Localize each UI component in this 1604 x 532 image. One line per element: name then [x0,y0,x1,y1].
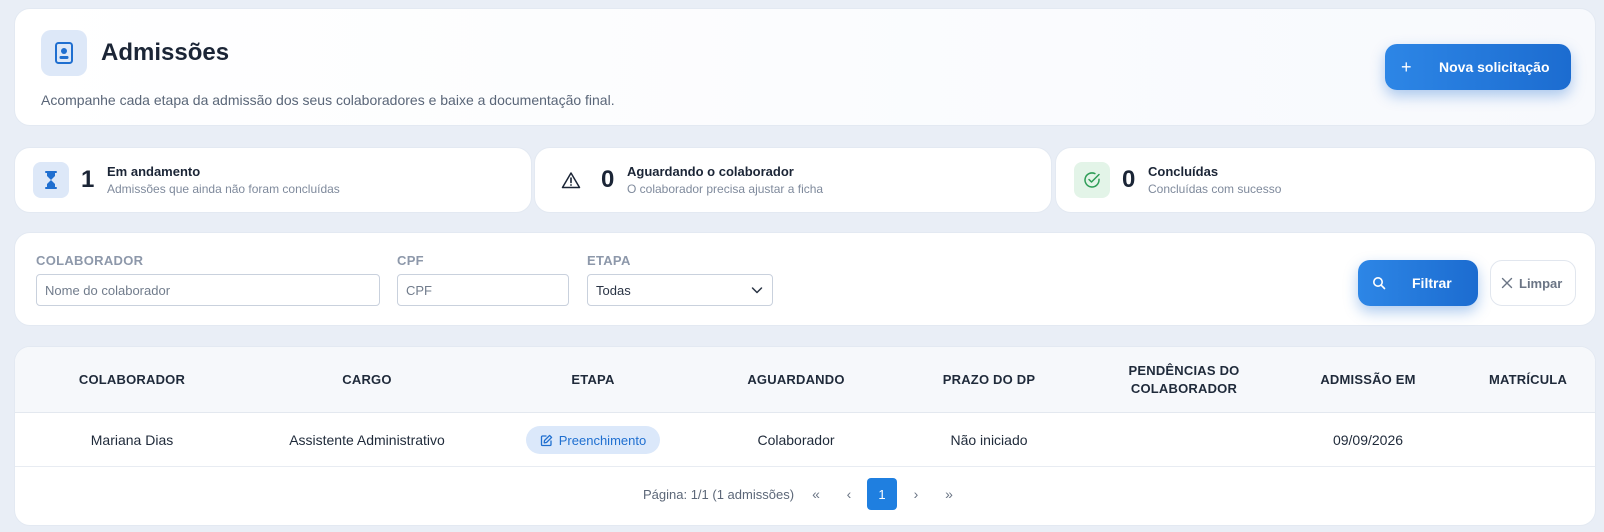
admissions-table: COLABORADOR CARGO ETAPA AGUARDANDO PRAZO… [14,346,1596,526]
pagination-info: Página: 1/1 (1 admissões) [643,487,795,502]
cell-role: Assistente Administrativo [289,432,445,448]
filter-button-label: Filtrar [1412,275,1452,291]
hourglass-icon [33,162,69,198]
column-header-deadline: PRAZO DO DP [942,372,1036,387]
stat-card-in-progress: 1 Em andamento Admissões que ainda não f… [14,147,532,213]
close-icon [1501,277,1513,289]
first-page-button[interactable]: « [801,478,831,510]
table-row[interactable]: Mariana Dias Assistente Administrativo P… [15,413,1595,467]
cell-pending [1111,413,1257,467]
clear-button[interactable]: Limpar [1490,260,1576,306]
new-request-button[interactable]: + Nova solicitação [1385,44,1571,90]
stat-card-awaiting: 0 Aguardando o colaborador O colaborador… [534,147,1052,213]
stat-description: Admissões que ainda não foram concluídas [107,182,340,196]
page-subtitle: Acompanhe cada etapa da admissão dos seu… [41,92,615,108]
search-icon [1372,276,1386,290]
column-header-waiting: AGUARDANDO [747,372,845,387]
plus-icon: + [1401,57,1412,77]
column-header-pending: PENDÊNCIAS DO COLABORADOR [1128,363,1240,396]
table-header: COLABORADOR CARGO ETAPA AGUARDANDO PRAZO… [15,347,1595,413]
warning-icon [553,162,589,198]
column-header-stage: ETAPA [571,372,615,387]
stat-title: Aguardando o colaborador [627,164,794,179]
column-header-collaborator: COLABORADOR [78,372,186,387]
chevron-down-icon [751,284,763,299]
stage-select[interactable]: Todas [587,274,773,306]
clear-button-label: Limpar [1519,275,1563,291]
stat-description: O colaborador precisa ajustar a ficha [627,182,824,196]
check-circle-icon [1074,162,1110,198]
stage-filter-label: ETAPA [587,253,631,268]
stage-badge[interactable]: Preenchimento [525,426,661,454]
cell-collaborator: Mariana Dias [90,432,174,448]
cpf-input[interactable] [397,274,569,306]
page-1-button[interactable]: 1 [867,478,897,510]
badge-id-icon [41,30,87,76]
column-header-registration: MATRÍCULA [1488,372,1568,387]
last-page-button[interactable]: » [934,478,964,510]
cell-waiting: Colaborador [757,432,835,448]
filter-button[interactable]: Filtrar [1358,260,1478,306]
stat-title: Concluídas [1148,164,1219,179]
cpf-filter-label: CPF [397,253,424,268]
stage-badge-label: Preenchimento [558,432,647,448]
cell-admission-date: 09/09/2026 [1332,432,1404,448]
stat-description: Concluídas com sucesso [1148,182,1282,196]
collaborator-search-input[interactable] [36,274,380,306]
pagination: Página: 1/1 (1 admissões) « ‹ 1 › » [15,478,1595,510]
cell-registration [1459,413,1595,467]
page-title: Admissões [101,39,230,66]
stat-count: 0 [1122,166,1136,193]
cell-stage: Preenchimento [485,413,701,467]
filters-panel: COLABORADOR CPF ETAPA Todas Filtrar Limp… [14,232,1596,326]
page-header: Admissões Acompanhe cada etapa da admiss… [14,8,1596,126]
column-header-role: CARGO [342,372,392,387]
edit-icon [540,434,559,447]
column-header-admission-date: ADMISSÃO EM [1320,372,1416,387]
stat-count: 0 [601,166,615,193]
stat-title: Em andamento [107,164,201,179]
previous-page-button[interactable]: ‹ [834,478,864,510]
new-request-label: Nova solicitação [1439,59,1550,75]
next-page-button[interactable]: › [901,478,931,510]
stat-count: 1 [81,166,95,193]
cell-deadline: Não iniciado [950,432,1028,448]
stat-card-completed: 0 Concluídas Concluídas com sucesso [1055,147,1596,213]
collaborator-filter-label: COLABORADOR [36,253,144,268]
stage-select-value: Todas [596,282,631,298]
